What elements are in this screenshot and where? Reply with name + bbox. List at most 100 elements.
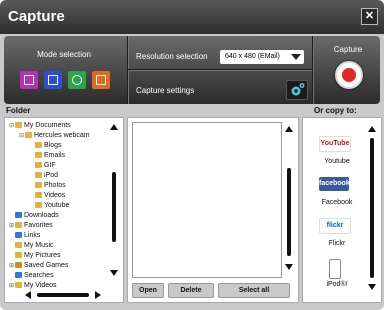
capture-button[interactable]: [335, 61, 363, 89]
folder-scrollbar[interactable]: [109, 122, 119, 284]
folder-item[interactable]: GIF: [29, 161, 56, 170]
folder-icon: [15, 232, 22, 238]
scroll-down-icon[interactable]: [110, 270, 118, 276]
folder-item-label: Videos: [44, 192, 66, 199]
folder-item-label: Blogs: [44, 142, 62, 149]
copy-target-logo[interactable]: flickr: [319, 218, 351, 234]
folder-item[interactable]: Searches: [9, 271, 54, 280]
scroll-down-icon[interactable]: [368, 284, 376, 290]
scroll-down-icon[interactable]: [285, 264, 293, 270]
folder-item-label: Favorites: [24, 222, 53, 229]
burst-mode-button[interactable]: [92, 71, 110, 89]
folder-item[interactable]: ⊟ Hercules webcam: [19, 131, 90, 140]
folder-item-label: Searches: [24, 272, 54, 279]
copy-target-label[interactable]: Flickr: [309, 240, 365, 247]
scroll-up-icon[interactable]: [368, 126, 376, 132]
copy-target-logo[interactable]: YouTube: [319, 136, 351, 152]
divider: [312, 36, 314, 104]
scroll-thumb[interactable]: [370, 138, 374, 278]
folder-item-label: Links: [24, 232, 41, 239]
folder-icon: [35, 152, 42, 158]
folder-icon: [15, 272, 22, 278]
folder-icon: [35, 202, 42, 208]
files-scrollbar[interactable]: [284, 124, 294, 274]
copy-target-logo[interactable]: facebook: [319, 177, 350, 191]
select-all-button[interactable]: Select all: [218, 283, 290, 298]
open-button[interactable]: Open: [132, 283, 164, 298]
folder-item-label: My Music: [24, 242, 54, 249]
chevron-down-icon: [291, 54, 301, 60]
delete-button[interactable]: Delete: [168, 283, 214, 298]
folder-icon: [35, 162, 42, 168]
folder-item[interactable]: Links: [9, 231, 40, 240]
folder-item[interactable]: My Music: [9, 241, 54, 250]
copy-scrollbar[interactable]: [367, 124, 377, 294]
folder-item-label: My Pictures: [24, 252, 61, 259]
capture-window: Capture ✕ Mode selection Resolution sele…: [0, 0, 384, 310]
scroll-right-icon[interactable]: [95, 291, 101, 299]
folder-item[interactable]: ⊞ My Videos: [9, 281, 57, 290]
resolution-label: Resolution selection: [136, 52, 208, 61]
timer-icon: [72, 75, 82, 85]
folder-item[interactable]: Photos: [29, 181, 66, 190]
record-icon: [342, 68, 356, 82]
scroll-thumb[interactable]: [287, 168, 291, 256]
folder-item[interactable]: My Pictures: [9, 251, 61, 260]
folder-item-label: Saved Games: [24, 262, 69, 269]
folder-item-label: Photos: [44, 182, 66, 189]
folder-item-label: GIF: [44, 162, 56, 169]
folder-item[interactable]: Youtube: [29, 201, 69, 210]
toolbar: Mode selection Resolution selection 640 …: [4, 36, 380, 104]
capture-label: Capture: [333, 45, 363, 54]
folder-icon: [15, 242, 22, 248]
capture-settings-label: Capture settings: [136, 86, 195, 95]
folder-item[interactable]: Videos: [29, 191, 65, 200]
copy-target-label[interactable]: iPod®/: [309, 281, 365, 288]
file-list[interactable]: [132, 122, 282, 278]
folder-item[interactable]: Downloads: [9, 211, 59, 220]
folder-title: Folder: [6, 106, 31, 115]
files-panel: Open Delete Select all: [127, 117, 299, 303]
photo-frame-icon: [24, 75, 34, 85]
video-mode-button[interactable]: [44, 71, 62, 89]
mode-selection-title: Mode selection: [37, 50, 91, 59]
resolution-dropdown[interactable]: 640 x 480 (EMail): [220, 50, 304, 64]
folder-item[interactable]: ⊞ Favorites: [9, 221, 53, 230]
copy-target-label[interactable]: Youtube: [309, 158, 365, 165]
folder-item[interactable]: Emails: [29, 151, 65, 160]
burst-icon: [96, 75, 106, 85]
scroll-up-icon[interactable]: [285, 126, 293, 132]
folder-item[interactable]: ⊞ Saved Games: [9, 261, 68, 270]
window-title: Capture: [8, 8, 65, 25]
scroll-left-icon[interactable]: [25, 291, 31, 299]
folder-item-label: Hercules webcam: [34, 132, 90, 139]
folder-icon: [15, 252, 22, 258]
folder-item-label: My Documents: [24, 122, 71, 129]
folder-icon: [35, 192, 42, 198]
copy-target-label[interactable]: Facebook: [309, 199, 365, 206]
folder-item-label: iPod: [44, 172, 59, 179]
photo-mode-button[interactable]: [20, 71, 38, 89]
close-button[interactable]: ✕: [361, 8, 378, 25]
folder-item-label: Downloads: [24, 212, 59, 219]
folder-item[interactable]: ⊟ My Documents: [9, 121, 71, 130]
folder-icon: [35, 142, 42, 148]
divider: [128, 69, 314, 71]
timelapse-mode-button[interactable]: [68, 71, 86, 89]
folder-hscrollbar[interactable]: [25, 290, 105, 300]
folder-icon: [15, 222, 22, 228]
folder-item-label: My Videos: [24, 282, 57, 289]
capture-settings-button[interactable]: [286, 80, 308, 100]
hscroll-thumb[interactable]: [37, 293, 89, 297]
folder-item[interactable]: iPod: [29, 171, 58, 180]
folder-tree[interactable]: ⊟ My Documents ⊟ Hercules webcam Blogs Emails…: [4, 117, 124, 303]
folder-item[interactable]: Blogs: [29, 141, 62, 150]
resolution-value: 640 x 480 (EMail): [225, 53, 280, 60]
scroll-up-icon[interactable]: [110, 124, 118, 130]
copy-to-title: Or copy to:: [314, 106, 357, 115]
folder-icon: [15, 212, 22, 218]
scroll-thumb[interactable]: [112, 172, 116, 242]
folder-icon: [15, 122, 22, 128]
folder-icon: [35, 172, 42, 178]
copy-target-logo[interactable]: [329, 259, 341, 279]
